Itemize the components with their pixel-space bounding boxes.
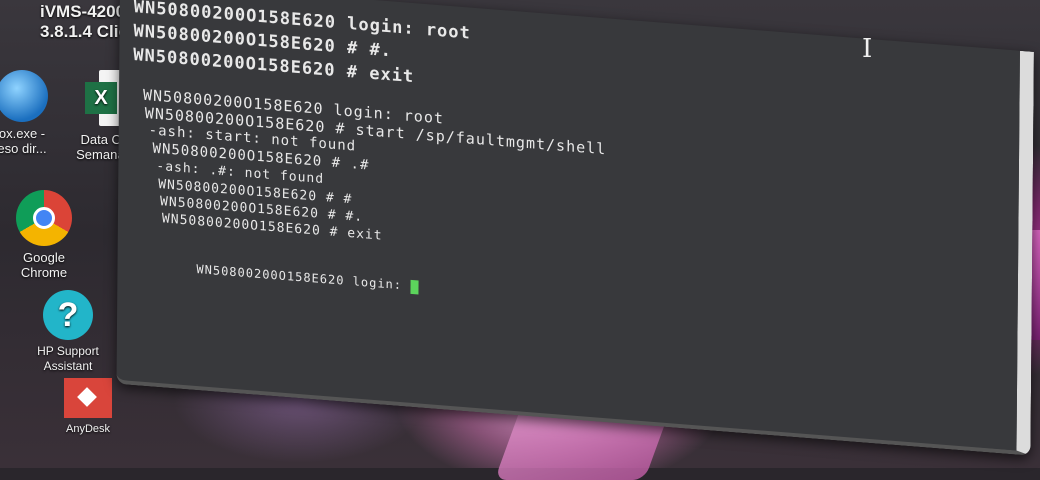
anydesk-label: AnyDesk — [65, 423, 111, 435]
anydesk-icon — [64, 378, 112, 418]
ivms-label-line-2: 3.8.1.4 Clie — [40, 22, 128, 41]
app-icon — [0, 70, 48, 122]
app-label-line-2: eso dir... — [0, 141, 47, 156]
ivms-label-line-1: iVMS-4200 — [40, 2, 126, 21]
terminal-prompt-line[interactable]: WN50800200O158E620 login: — [163, 245, 419, 308]
hp-support-icon: ? — [43, 290, 93, 340]
chrome-label-line-2: Chrome — [20, 265, 68, 280]
app-label-line-1: ox.exe - — [0, 126, 46, 141]
ivms-icon-label[interactable]: iVMS-4200 3.8.1.4 Clie — [40, 2, 128, 42]
app-desktop-icon[interactable]: ox.exe - eso dir... — [0, 70, 62, 156]
chrome-label-line-1: Google — [23, 250, 65, 265]
ibeam-cursor-icon: I — [862, 34, 873, 64]
chrome-icon — [16, 190, 72, 246]
hp-support-desktop-icon[interactable]: ? HP Support Assistant — [22, 290, 114, 374]
terminal-window[interactable]: WN50800200O158E620 login: root WN5080020… — [116, 0, 1034, 456]
anydesk-desktop-icon[interactable]: AnyDesk — [48, 378, 128, 437]
hp-label-line-2: Assistant — [43, 359, 93, 373]
terminal-prompt: WN50800200O158E620 login: — [196, 262, 411, 293]
chrome-desktop-icon[interactable]: Google Chrome — [2, 190, 86, 280]
terminal-cursor — [410, 279, 419, 294]
hp-label-line-1: HP Support — [37, 344, 99, 358]
